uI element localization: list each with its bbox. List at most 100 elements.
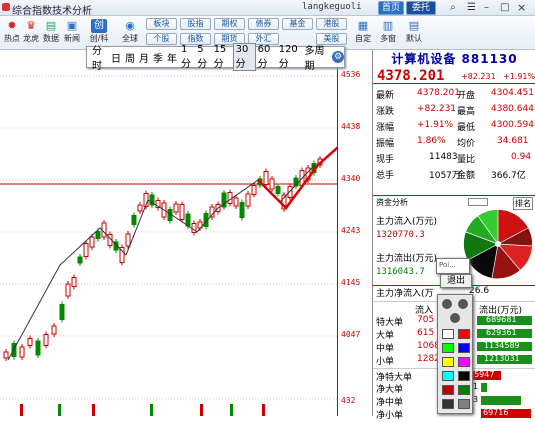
candle <box>137 204 143 212</box>
pen-dot-icon[interactable] <box>442 299 452 309</box>
gear-icon[interactable]: ⚙ <box>332 51 345 63</box>
volume-bar <box>262 404 265 416</box>
color-swatch[interactable] <box>442 399 454 409</box>
candle <box>83 243 89 257</box>
exit-button[interactable]: 退出 <box>447 276 465 286</box>
color-swatch[interactable] <box>442 329 454 339</box>
y-tick-label: 4340 <box>341 174 361 183</box>
color-swatch[interactable] <box>458 343 470 353</box>
period-120min[interactable]: 120分 <box>277 44 303 70</box>
color-swatch[interactable] <box>442 343 454 353</box>
candle <box>251 185 257 195</box>
period-selector: 分时 日 周 月 季 年 1分 5分 15分 30分 60分 120分 多周期 … <box>86 43 345 72</box>
menu-stocks[interactable]: 个股 <box>146 33 177 45</box>
candle <box>27 338 33 346</box>
price-change-pct: +1.91% <box>503 72 535 81</box>
kline-chart[interactable] <box>0 50 392 416</box>
maximize-icon[interactable]: □ <box>500 2 509 13</box>
chuangye-icon: 创 <box>91 19 107 33</box>
period-month[interactable]: 月 <box>137 50 151 65</box>
tab-divider <box>468 198 488 206</box>
period-1min[interactable]: 1分 <box>179 44 195 70</box>
color-swatch[interactable] <box>458 371 470 381</box>
color-palette <box>437 294 473 414</box>
period-60min[interactable]: 60分 <box>256 44 277 70</box>
period-5min[interactable]: 5分 <box>195 44 211 70</box>
exit-popup[interactable]: 退出 <box>440 274 472 288</box>
period-year[interactable]: 年 <box>165 50 179 65</box>
period-15min[interactable]: 15分 <box>212 44 233 70</box>
quote-row: 总手 1057万 金额 366.7亿 <box>376 171 526 181</box>
hotspot-icon: ✹ <box>7 19 17 32</box>
color-swatch[interactable] <box>442 371 454 381</box>
globe-icon: ◉ <box>125 19 135 32</box>
period-intraday[interactable]: 分时 <box>90 42 109 72</box>
candle <box>95 231 101 239</box>
period-quarter[interactable]: 季 <box>151 50 165 65</box>
period-day[interactable]: 日 <box>109 50 123 65</box>
candles <box>3 156 323 361</box>
quote-row: 涨跌 +82.231 最高 4380.644 <box>376 104 534 117</box>
candle <box>3 351 9 359</box>
trade-button[interactable]: 委托 <box>406 1 436 15</box>
home-button[interactable]: 首页 <box>378 1 404 15</box>
color-swatch[interactable] <box>458 357 470 367</box>
color-swatch[interactable] <box>458 399 470 409</box>
volume-bar <box>200 404 203 416</box>
tool-customize[interactable]: ▦ 自定 <box>350 18 376 48</box>
y-tick-label: 4438 <box>341 122 361 131</box>
candle <box>263 171 269 185</box>
period-30min[interactable]: 30分 <box>232 43 256 71</box>
data-icon: ▤ <box>45 19 57 32</box>
candlestick-chart-svg <box>0 75 392 416</box>
net-bar <box>481 396 521 405</box>
minimize-icon[interactable]: – <box>484 2 489 13</box>
candle <box>131 215 137 225</box>
candle <box>43 334 49 346</box>
pen-dot-icon[interactable] <box>450 313 460 323</box>
username: langkeguoli <box>302 2 362 12</box>
candle <box>233 197 239 207</box>
candle <box>185 213 191 227</box>
dragon-tiger-icon: ♛ <box>26 19 36 32</box>
default-icon: ▤ <box>408 19 420 32</box>
quote-row: 最新 4378.201 开盘 4304.451 <box>376 88 534 101</box>
price-header: 4378.201 +82.231 +1.91% <box>373 68 535 84</box>
color-swatch[interactable] <box>458 385 470 395</box>
funds-pie-chart <box>463 209 533 279</box>
period-multi[interactable]: 多周期 <box>303 42 330 72</box>
candle <box>35 340 41 356</box>
volume-bar <box>58 404 61 416</box>
color-swatch[interactable] <box>442 385 454 395</box>
candle <box>275 186 281 194</box>
point-tool-popup[interactable]: Poi... <box>436 258 470 274</box>
period-week[interactable]: 周 <box>123 50 137 65</box>
menu-options[interactable]: 期权 <box>214 18 245 30</box>
menu-index-futures[interactable]: 股指 <box>180 18 211 30</box>
tool-default[interactable]: ▤ 默认 <box>402 18 426 48</box>
skin-icon[interactable]: ☰ <box>467 2 479 14</box>
color-swatch[interactable] <box>458 329 470 339</box>
color-swatch[interactable] <box>442 357 454 367</box>
pen-dot-icon[interactable] <box>458 299 468 309</box>
volume-bar <box>92 404 95 416</box>
close-icon[interactable]: × <box>517 1 526 14</box>
title-bar: 综合指数技术分析 langkeguoli 首页 委托 ⌕ ☰ – □ × <box>0 0 535 17</box>
candle <box>245 193 251 207</box>
menu-bonds[interactable]: 债券 <box>248 18 279 30</box>
window-title: 综合指数技术分析 <box>12 6 92 17</box>
menu-hk-stocks[interactable]: 港股 <box>316 18 347 30</box>
outflow-value: 1316043.7 <box>376 267 425 277</box>
tool-news[interactable]: ▣ 新闻 <box>60 18 84 48</box>
customize-icon: ▦ <box>357 19 369 32</box>
candle <box>89 236 95 248</box>
forecast-arrow-line <box>257 75 392 213</box>
candle <box>173 203 179 213</box>
candle <box>59 304 65 320</box>
candle <box>179 204 185 220</box>
tool-multi-window[interactable]: ▥ 多窗 <box>376 18 400 48</box>
search-icon[interactable]: ⌕ <box>450 2 462 14</box>
menu-sector[interactable]: 板块 <box>146 18 177 30</box>
menu-funds[interactable]: 基金 <box>282 18 313 30</box>
tool-globe[interactable]: ◉ 全球 <box>117 18 143 48</box>
